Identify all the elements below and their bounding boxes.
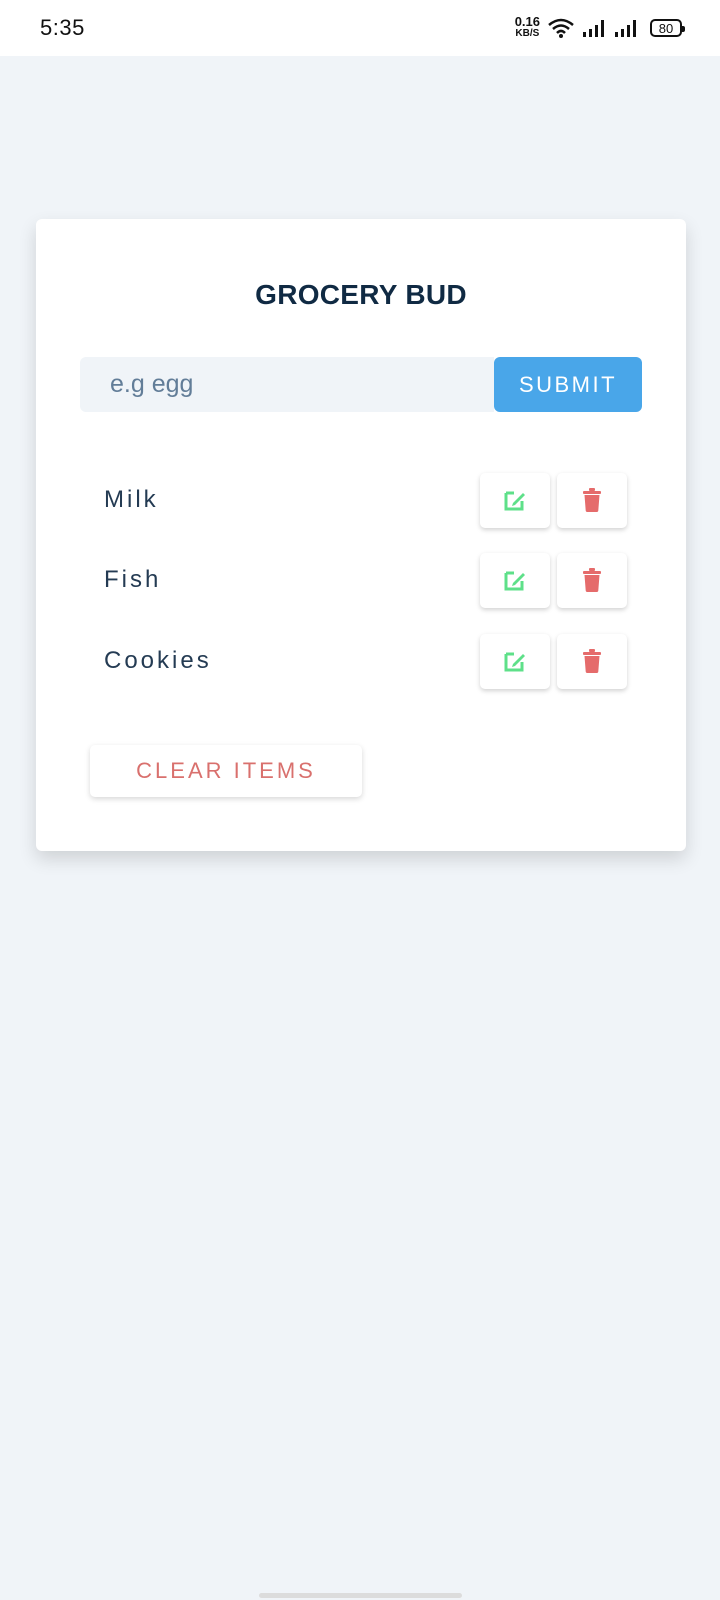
app-title: GROCERY BUD [255,279,467,310]
edit-button[interactable] [480,633,550,689]
grocery-form: SUBMIT [80,357,642,412]
grocery-input[interactable] [80,357,494,412]
edit-icon [504,571,525,591]
edit-icon [504,491,525,511]
battery-level: 80 [658,20,674,36]
network-speed-unit: KB/S [515,28,540,39]
item-name: Fish [104,566,162,593]
delete-button[interactable] [557,552,627,608]
edit-icon [504,652,525,672]
wifi-icon [548,18,574,38]
trash-icon [583,568,601,592]
home-indicator[interactable] [259,1593,462,1598]
submit-button[interactable]: SUBMIT [494,357,642,412]
network-speed: 0.16 KB/S [514,14,540,40]
trash-icon [583,649,601,673]
list-item: Cookies [36,633,686,689]
clear-items-button[interactable]: CLEAR ITEMS [90,745,362,797]
grocery-card: GROCERY BUD SUBMIT Milk Fish [36,219,686,851]
status-bar: 5:35 0.16 KB/S 80 [0,0,720,56]
list-item: Milk [36,472,686,528]
edit-button[interactable] [480,472,550,528]
status-time: 5:35 [40,15,85,40]
status-icons: 0.16 KB/S 80 [514,14,685,40]
battery-icon: 80 [650,19,685,37]
item-name: Milk [104,486,159,513]
edit-button[interactable] [480,552,550,608]
delete-button[interactable] [557,633,627,689]
signal-icon [583,20,604,37]
signal-icon [615,20,636,37]
item-name: Cookies [104,647,212,674]
list-item: Fish [36,552,686,608]
network-speed-value: 0.16 [514,14,540,29]
delete-button[interactable] [557,472,627,528]
trash-icon [583,488,601,512]
